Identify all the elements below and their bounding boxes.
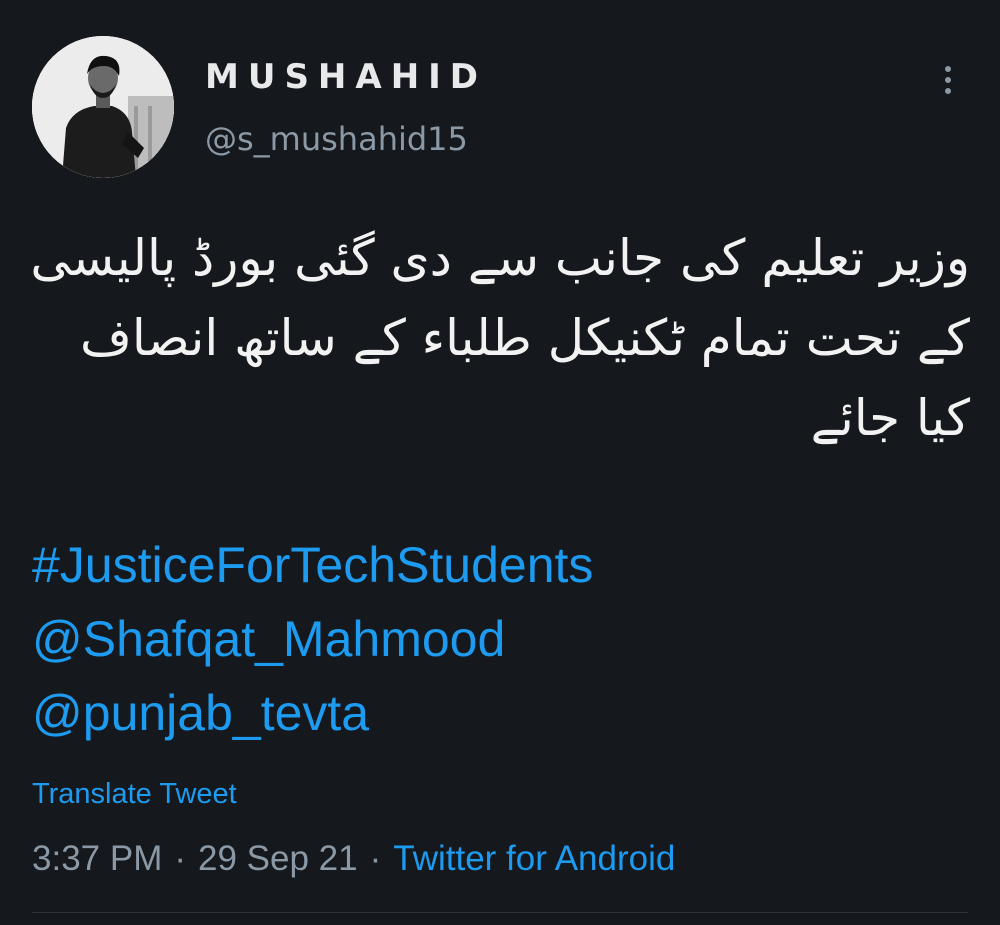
meta-separator: ·	[174, 839, 187, 878]
tweet-text: وزیر تعلیم کی جانب سے دی گئی بورڈ پالیسی…	[30, 218, 970, 458]
meta-separator: ·	[369, 839, 382, 878]
tweet-text-line: وزیر تعلیم کی جانب سے دی گئی بورڈ پالیسی	[30, 229, 970, 287]
profile-photo-icon	[32, 36, 174, 178]
tweet-text-line: کیا جائے	[810, 389, 970, 447]
tweet-links: #JusticeForTechStudents @Shafqat_Mahmood…	[32, 528, 593, 750]
more-vertical-icon-dot	[945, 88, 951, 94]
avatar[interactable]	[32, 36, 174, 178]
translate-tweet-link[interactable]: Translate Tweet	[32, 776, 237, 812]
more-options-button[interactable]	[922, 58, 974, 102]
divider	[32, 912, 968, 913]
mention-link[interactable]: @Shafqat_Mahmood	[32, 602, 593, 676]
tweet-source-link[interactable]: Twitter for Android	[393, 839, 675, 878]
tweet-meta: 3:37 PM · 29 Sep 21 · Twitter for Android	[32, 838, 675, 880]
mention-link[interactable]: @punjab_tevta	[32, 676, 593, 750]
tweet-text-line: کے تحت تمام ٹکنیکل طلباء کے ساتھ انصاف	[80, 309, 970, 367]
display-name[interactable]: MUSHAHID	[205, 57, 487, 97]
hashtag-link[interactable]: #JusticeForTechStudents	[32, 528, 593, 602]
tweet-time[interactable]: 3:37 PM	[32, 839, 162, 878]
more-vertical-icon	[945, 66, 951, 72]
tweet-card: MUSHAHID @s_mushahid15 وزیر تعلیم کی جان…	[0, 0, 1000, 925]
tweet-date[interactable]: 29 Sep 21	[198, 839, 358, 878]
user-handle[interactable]: @s_mushahid15	[205, 119, 468, 159]
more-vertical-icon-dot	[945, 77, 951, 83]
